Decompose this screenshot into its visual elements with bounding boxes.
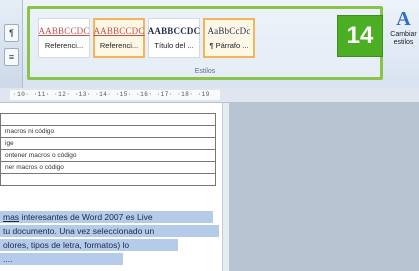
paragraph-link-word[interactable]: mas <box>3 212 19 222</box>
align-button[interactable]: ≡ <box>4 48 19 66</box>
style-name: Referenci... <box>44 41 84 50</box>
style-reference-2[interactable]: AABBCCDC Referenci... <box>93 18 145 58</box>
table-row: ontener macros o código <box>0 149 216 162</box>
style-title[interactable]: AABBCCDC Título del ... <box>148 18 200 58</box>
change-styles-label-2: estilos <box>393 39 414 46</box>
ribbon-left-edge: ¶ ≡ <box>0 0 23 88</box>
ruler-ticks: ·10· ·11· ·12· ·13· ·14· ·15· ·16· ·17· … <box>13 91 210 98</box>
table-cell[interactable]: macros ni código <box>0 125 216 138</box>
table-cell[interactable] <box>0 173 216 186</box>
table-cell[interactable]: ige <box>0 137 216 150</box>
styles-group-label: Estilos <box>194 68 216 75</box>
style-name: Título del ... <box>154 41 194 50</box>
paragraph-line: .... <box>0 253 123 265</box>
style-name: ¶ Párrafo ... <box>209 41 249 50</box>
table-cell[interactable] <box>0 113 216 126</box>
styles-group: AABBCCDC Referenci... AABBCCDC Referenci… <box>27 6 383 80</box>
paragraph-line: mas interesantes de Word 2007 es Live <box>0 211 213 223</box>
page-edge <box>222 103 229 271</box>
table-row <box>0 113 216 126</box>
paragraph-line-rest: interesantes de Word 2007 es Live <box>19 212 153 222</box>
ribbon: ¶ ≡ AABBCCDC Referenci... AABBCCDC Refer… <box>0 0 419 89</box>
change-styles-label-1: Cambiar <box>390 31 417 38</box>
style-paragraph[interactable]: AaBbCcDc ¶ Párrafo ... <box>203 18 255 58</box>
style-reference-1[interactable]: AABBCCDC Referenci... <box>38 18 90 58</box>
document-table[interactable]: macros ni código ige ontener macros o có… <box>0 113 216 186</box>
style-sample: AABBCCDC <box>93 26 145 36</box>
table-cell[interactable]: ner macros o código <box>0 161 216 174</box>
style-sample: AABBCCDC <box>147 26 201 36</box>
change-styles-icon: A <box>396 8 411 30</box>
table-row: macros ni código <box>0 125 216 138</box>
step-badge: 14 <box>337 15 383 57</box>
table-row: ner macros o código <box>0 161 216 174</box>
paragraph-line: olores, tipos de letra, formatos) lo <box>0 239 178 251</box>
quick-styles-gallery: AABBCCDC Referenci... AABBCCDC Referenci… <box>38 18 255 60</box>
style-sample: AABBCCDC <box>38 26 90 36</box>
table-row: ige <box>0 137 216 150</box>
horizontal-ruler[interactable]: ·10· ·11· ·12· ·13· ·14· ·15· ·16· ·17· … <box>0 88 419 103</box>
paragraph-line: tu documento. Una vez seleccionado un <box>0 225 219 237</box>
change-styles-button[interactable]: A Cambiar estilos <box>388 8 419 78</box>
table-cell[interactable]: ontener macros o código <box>0 149 216 162</box>
paragraph-button[interactable]: ¶ <box>4 24 19 42</box>
table-row <box>0 173 216 186</box>
style-name: Referenci... <box>99 41 139 50</box>
style-sample: AaBbCcDc <box>207 26 251 36</box>
